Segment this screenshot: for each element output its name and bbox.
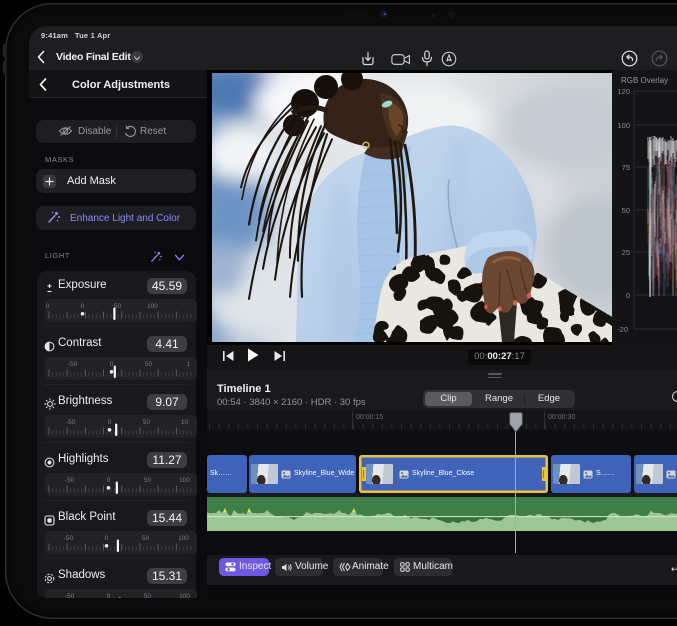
svg-text:0: 0 xyxy=(107,419,111,426)
svg-text:0: 0 xyxy=(106,477,110,484)
svg-text:-50: -50 xyxy=(63,535,73,542)
svg-text:-50: -50 xyxy=(64,593,74,598)
svg-text:100: 100 xyxy=(178,535,189,542)
svg-text:50: 50 xyxy=(143,593,151,598)
svg-text:50: 50 xyxy=(622,206,630,215)
svg-text:-20: -20 xyxy=(617,325,628,334)
svg-text:0: 0 xyxy=(106,593,110,598)
svg-text:100: 100 xyxy=(179,593,190,598)
svg-text:0: 0 xyxy=(626,291,630,300)
svg-text:0: 0 xyxy=(80,303,84,310)
svg-text:100: 100 xyxy=(147,303,158,310)
svg-text:100: 100 xyxy=(617,121,630,130)
svg-text:25: 25 xyxy=(622,248,630,257)
svg-text:-50: -50 xyxy=(67,361,77,368)
svg-text:100: 100 xyxy=(179,477,190,484)
svg-text:75: 75 xyxy=(622,163,630,172)
svg-text:1: 1 xyxy=(186,361,190,368)
svg-text:RGB Overlay: RGB Overlay xyxy=(621,76,668,85)
svg-text:-50: -50 xyxy=(64,477,74,484)
svg-text:0: 0 xyxy=(104,535,108,542)
svg-text:50: 50 xyxy=(141,535,149,542)
svg-text:120: 120 xyxy=(617,87,630,96)
svg-text:50: 50 xyxy=(142,419,150,426)
svg-text:0: 0 xyxy=(45,303,49,310)
svg-text:0: 0 xyxy=(109,361,113,368)
svg-text:-50: -50 xyxy=(65,419,75,426)
svg-text:10: 10 xyxy=(180,419,188,426)
svg-text:50: 50 xyxy=(144,361,152,368)
svg-text:50: 50 xyxy=(143,477,151,484)
